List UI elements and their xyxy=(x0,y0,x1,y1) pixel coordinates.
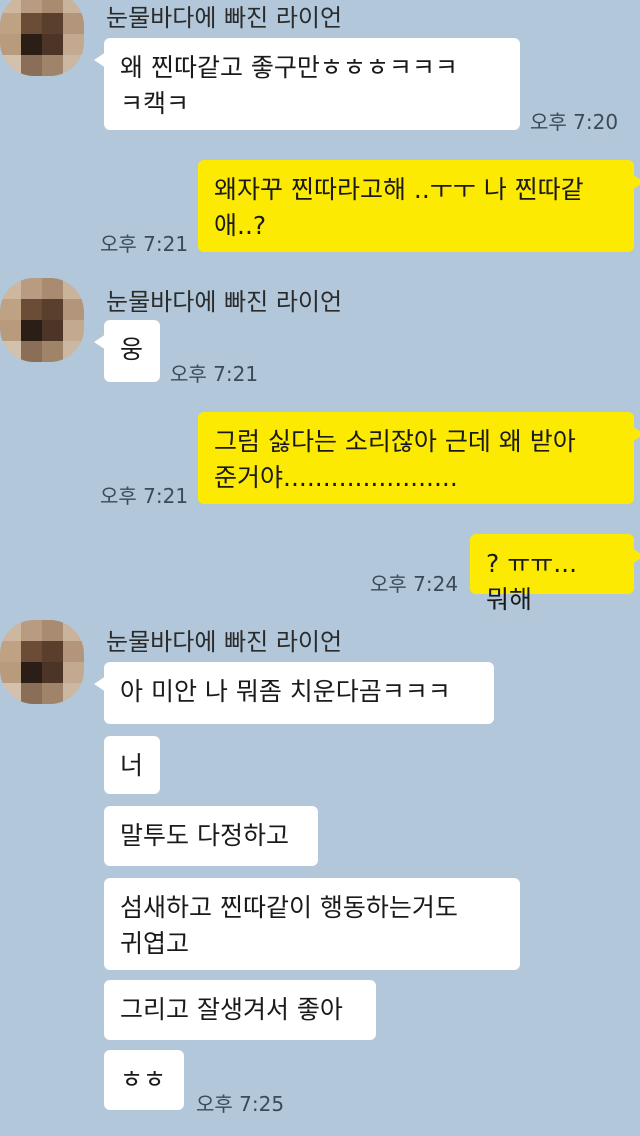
chat-room[interactable]: 눈물바다에 빠진 라이언 왜 찐따같고 좋구만ㅎㅎㅎㅋㅋㅋ ㅋ캑ㅋ 오후 7:2… xyxy=(0,0,640,1136)
message-bubble[interactable]: 아 미안 나 뭐좀 치운다곰ㅋㅋㅋ xyxy=(94,662,494,724)
message-bubble[interactable]: ? ㅠㅠ... 뭐해 xyxy=(470,534,640,614)
message-bubble[interactable]: 왜 찐따같고 좋구만ㅎㅎㅎㅋㅋㅋ ㅋ캑ㅋ xyxy=(94,38,520,130)
message-bubble[interactable]: 그리고 잘생겨서 좋아 xyxy=(104,980,376,1040)
message-time: 오후 7:21 xyxy=(170,362,259,386)
avatar[interactable] xyxy=(0,278,84,362)
message-time: 오후 7:20 xyxy=(530,110,619,134)
message-time: 오후 7:21 xyxy=(100,232,189,256)
message-bubble[interactable]: 웅 xyxy=(94,320,160,382)
message-time: 오후 7:25 xyxy=(196,1092,285,1116)
message-bubble[interactable]: 왜자꾸 찐따라고해 ..ㅜㅜ 나 찐따같 애..? xyxy=(198,160,640,252)
avatar[interactable] xyxy=(0,0,84,76)
message-time: 오후 7:24 xyxy=(370,572,459,596)
sender-name: 눈물바다에 빠진 라이언 xyxy=(106,628,343,656)
message-bubble[interactable]: 섬새하고 찐따같이 행동하는거도 귀엽고 xyxy=(104,878,520,970)
message-time: 오후 7:21 xyxy=(100,484,189,508)
message-bubble[interactable]: 그럼 싫다는 소리잖아 근데 왜 받아 준거야.................… xyxy=(198,412,640,504)
message-bubble[interactable]: 말투도 다정하고 xyxy=(104,806,318,866)
sender-name: 눈물바다에 빠진 라이언 xyxy=(106,4,343,32)
message-bubble[interactable]: ㅎㅎ xyxy=(104,1050,184,1110)
avatar[interactable] xyxy=(0,620,84,704)
message-bubble[interactable]: 너 xyxy=(104,736,160,794)
sender-name: 눈물바다에 빠진 라이언 xyxy=(106,288,343,316)
